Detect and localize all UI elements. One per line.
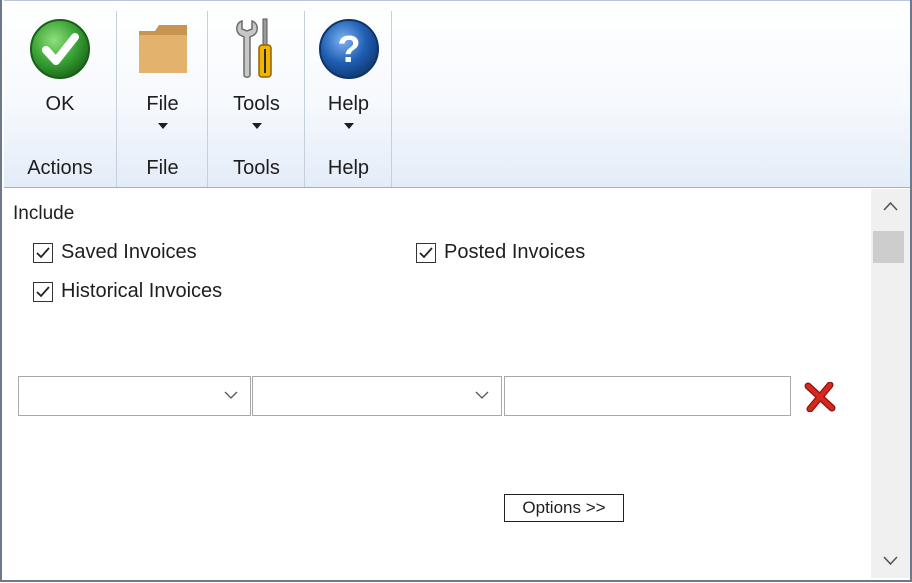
filter-field-select[interactable] (18, 376, 251, 416)
checkbox-box (416, 242, 436, 263)
dropdown-arrow-icon (251, 123, 262, 129)
scroll-thumb[interactable] (873, 231, 904, 263)
svg-text:?: ? (337, 29, 360, 71)
file-button-label: File (146, 93, 179, 115)
ok-check-icon (28, 17, 92, 86)
historical-invoices-label: Historical Invoices (61, 280, 223, 302)
chevron-down-icon (224, 391, 238, 399)
help-button[interactable]: ? Help (306, 11, 391, 149)
content-area: Include Saved Invoices Posted Invoices H… (4, 189, 871, 578)
scroll-up-button[interactable] (871, 189, 910, 225)
include-label: Include (13, 203, 75, 224)
help-icon: ? (317, 17, 381, 86)
filter-value-input[interactable] (504, 376, 791, 416)
tools-button-label: Tools (233, 93, 280, 115)
chevron-up-icon (883, 201, 898, 211)
file-button[interactable]: File (118, 11, 207, 149)
vertical-scrollbar[interactable] (871, 189, 910, 578)
filter-operator-select[interactable] (252, 376, 502, 416)
ok-button-label: OK (45, 93, 75, 115)
ribbon-group-help: ? Help Help (306, 11, 392, 187)
checkbox-box (33, 281, 53, 302)
options-button[interactable]: Options >> (504, 494, 624, 522)
group-label-file: File (146, 157, 179, 179)
clear-filter-button[interactable] (802, 381, 838, 413)
group-label-actions: Actions (27, 157, 93, 179)
checkmark-icon (36, 246, 50, 258)
saved-invoices-checkbox[interactable]: Saved Invoices (33, 241, 197, 264)
window: OK Actions File File Tools Tools ? Help … (0, 0, 912, 582)
scroll-down-button[interactable] (871, 542, 910, 578)
chevron-down-icon (475, 391, 489, 399)
dropdown-arrow-icon (343, 123, 354, 129)
tools-button[interactable]: Tools (209, 11, 304, 149)
help-button-label: Help (327, 93, 370, 115)
ribbon-group-tools: Tools Tools (209, 11, 305, 187)
posted-invoices-checkbox[interactable]: Posted Invoices (416, 241, 585, 264)
folder-icon (135, 17, 191, 82)
ribbon: OK Actions File File Tools Tools ? Help … (4, 0, 910, 188)
checkmark-icon (36, 285, 50, 297)
checkmark-icon (419, 246, 433, 258)
saved-invoices-label: Saved Invoices (61, 241, 197, 263)
tools-icon (232, 17, 282, 86)
ribbon-group-file: File File (118, 11, 208, 187)
posted-invoices-label: Posted Invoices (444, 241, 586, 263)
checkbox-box (33, 242, 53, 263)
group-label-help: Help (327, 157, 370, 179)
red-x-icon (804, 381, 836, 413)
chevron-down-icon (883, 556, 898, 566)
ok-button[interactable]: OK (4, 11, 116, 149)
historical-invoices-checkbox[interactable]: Historical Invoices (33, 280, 222, 303)
dropdown-arrow-icon (157, 123, 168, 129)
group-label-tools: Tools (233, 157, 280, 179)
ribbon-group-actions: OK Actions (4, 11, 117, 187)
